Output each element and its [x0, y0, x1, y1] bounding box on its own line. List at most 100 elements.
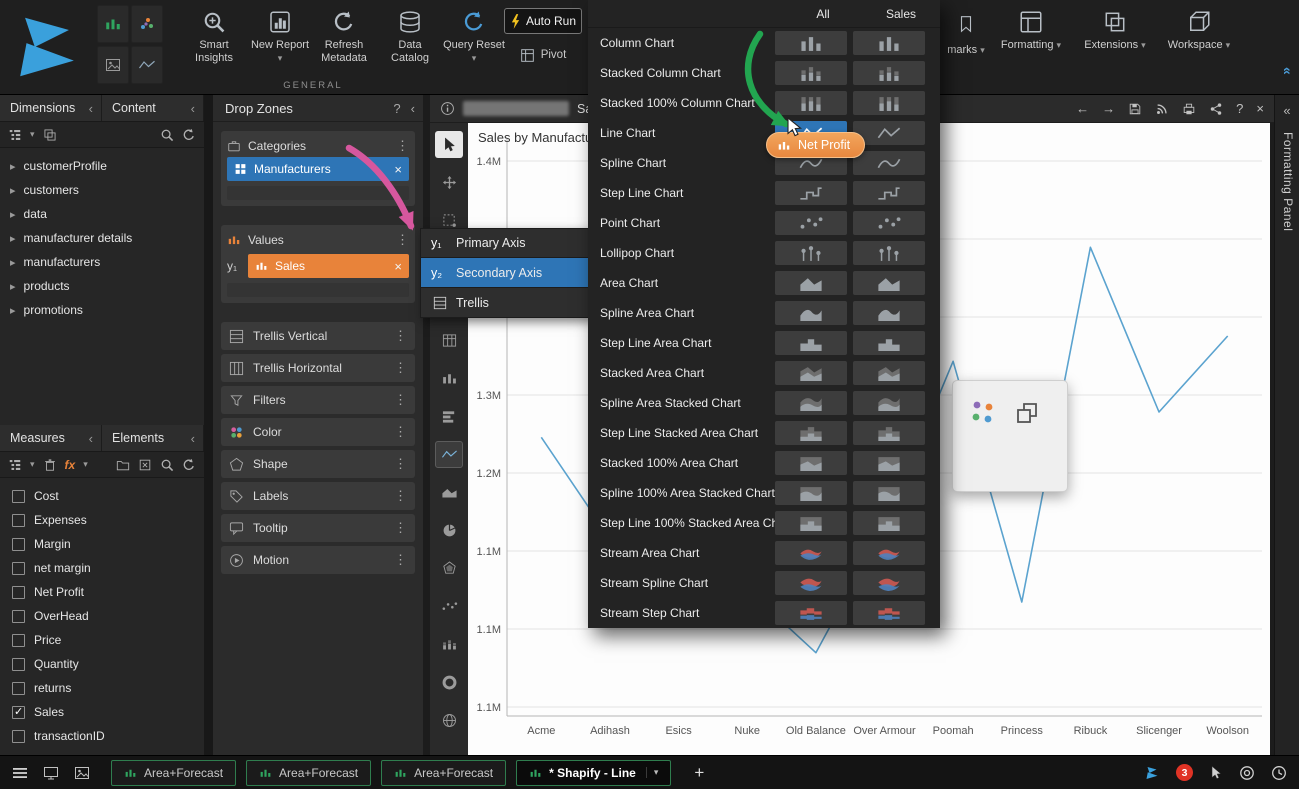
chart-type-sales-cell[interactable] [853, 61, 925, 85]
radar-viz[interactable] [435, 555, 463, 582]
chevron-down-icon[interactable]: ▾ [646, 767, 659, 778]
target-icon[interactable] [1239, 765, 1255, 781]
expand-icon[interactable]: ▸ [10, 160, 16, 173]
measure-item[interactable]: Price [0, 628, 204, 652]
viz-shortcut-columns[interactable] [97, 5, 129, 43]
measure-checkbox[interactable] [12, 562, 25, 575]
chart-type-row-step-line-100-stacked-area-chart[interactable]: Step Line 100% Stacked Area Chart [588, 508, 940, 538]
search-icon[interactable] [160, 458, 174, 472]
drag-chip-net-profit[interactable]: Net Profit [766, 132, 865, 158]
new-folder-icon[interactable] [116, 458, 130, 472]
chart-type-row-spline-area-stacked-chart[interactable]: Spline Area Stacked Chart [588, 388, 940, 418]
auto-run-button[interactable]: Auto Run [504, 8, 582, 34]
column-viz[interactable] [435, 365, 463, 392]
notification-badge[interactable]: 3 [1176, 764, 1193, 781]
viz-shortcut-line[interactable] [131, 46, 163, 84]
measure-item[interactable]: net margin [0, 556, 204, 580]
hamburger-menu-icon[interactable] [12, 765, 28, 781]
expand-icon[interactable]: ▸ [10, 232, 16, 245]
query-reset-button[interactable]: Query Reset ▾ [442, 6, 506, 80]
measure-checkbox[interactable] [12, 706, 25, 719]
measure-checkbox[interactable] [12, 682, 25, 695]
chart-type-sales-cell[interactable] [853, 361, 925, 385]
chart-type-all-cell[interactable] [775, 391, 847, 415]
chart-type-all-cell[interactable] [775, 181, 847, 205]
chart-type-all-cell[interactable] [775, 271, 847, 295]
scatter-viz[interactable] [435, 593, 463, 620]
pie-viz[interactable] [435, 517, 463, 544]
info-icon[interactable] [440, 101, 455, 116]
history-icon[interactable] [1271, 765, 1287, 781]
chart-type-sales-cell[interactable] [853, 481, 925, 505]
kebab-menu-icon[interactable]: ⋮ [396, 232, 409, 248]
sheet-tab-area-forecast[interactable]: Area+Forecast [111, 760, 236, 786]
expand-icon[interactable]: ▸ [10, 208, 16, 221]
chart-type-sales-cell[interactable] [853, 451, 925, 475]
chart-type-all-cell[interactable] [775, 31, 847, 55]
drop-zone-labels[interactable]: Labels⋮ [221, 482, 415, 510]
chevron-down-icon[interactable]: ▾ [30, 129, 35, 140]
drop-zone-filters[interactable]: Filters⋮ [221, 386, 415, 414]
chart-type-row-stacked-area-chart[interactable]: Stacked Area Chart [588, 358, 940, 388]
measure-checkbox[interactable] [12, 610, 25, 623]
measure-item[interactable]: transactionID [0, 724, 204, 748]
print-icon[interactable] [1182, 102, 1196, 116]
values-chip-sales[interactable]: Sales × [248, 254, 409, 278]
chart-type-sales-cell[interactable] [853, 211, 925, 235]
share-icon[interactable] [1209, 102, 1223, 116]
measure-checkbox[interactable] [12, 514, 25, 527]
help-button[interactable]: ? [393, 101, 400, 116]
data-catalog-button[interactable]: Data Catalog [378, 6, 442, 80]
chart-type-sales-cell[interactable] [853, 391, 925, 415]
viz-shortcut-image[interactable] [97, 46, 129, 84]
chart-type-all-cell[interactable] [775, 361, 847, 385]
extensions-button[interactable]: Extensions ▾ [1083, 6, 1147, 80]
chart-type-row-area-chart[interactable]: Area Chart [588, 268, 940, 298]
tab-dimensions[interactable]: Dimensions‹ [0, 95, 102, 121]
ribbon-collapse-button[interactable]: « [1276, 67, 1296, 85]
monitor-icon[interactable] [43, 765, 59, 781]
chart-type-row-spline-100-area-stacked-chart[interactable]: Spline 100% Area Stacked Chart [588, 478, 940, 508]
chart-type-all-cell[interactable] [775, 541, 847, 565]
measure-item[interactable]: returns [0, 676, 204, 700]
chart-type-row-line-chart[interactable]: Line Chart [588, 118, 940, 148]
pointer-tool[interactable] [435, 131, 463, 158]
help-button[interactable]: ? [1236, 101, 1243, 116]
measure-item[interactable]: OverHead [0, 604, 204, 628]
tree-item[interactable]: ▸products [0, 274, 204, 298]
search-icon[interactable] [160, 128, 174, 142]
map-viz[interactable] [435, 707, 463, 734]
copy-icon[interactable] [1015, 401, 1039, 425]
chart-type-row-column-chart[interactable]: Column Chart [588, 28, 940, 58]
collapse-left-icon[interactable]: ‹ [191, 101, 195, 116]
empty-drop-slot[interactable] [227, 186, 409, 200]
tree-item[interactable]: ▸data [0, 202, 204, 226]
chart-type-sales-cell[interactable] [853, 301, 925, 325]
chart-type-sales-cell[interactable] [853, 541, 925, 565]
kebab-menu-icon[interactable]: ⋮ [394, 328, 407, 344]
viz-shortcut-scatter[interactable] [131, 5, 163, 43]
smart-insights-button[interactable]: Smart Insights [182, 6, 246, 80]
area-viz[interactable] [435, 479, 463, 506]
floating-tool-popup[interactable] [952, 380, 1068, 492]
collapse-all-icon[interactable] [43, 128, 57, 142]
chart-type-all-cell[interactable] [775, 241, 847, 265]
close-button[interactable]: × [1256, 101, 1264, 116]
drop-zone-trellis-vertical[interactable]: Trellis Vertical⋮ [221, 322, 415, 350]
kebab-menu-icon[interactable]: ⋮ [394, 424, 407, 440]
image-icon[interactable] [74, 765, 90, 781]
chart-type-row-step-line-stacked-area-chart[interactable]: Step Line Stacked Area Chart [588, 418, 940, 448]
chart-type-sales-cell[interactable] [853, 571, 925, 595]
remove-box-icon[interactable] [138, 458, 152, 472]
chart-type-row-stacked-100-area-chart[interactable]: Stacked 100% Area Chart [588, 448, 940, 478]
kebab-menu-icon[interactable]: ⋮ [394, 552, 407, 568]
donut-viz[interactable] [435, 669, 463, 696]
drop-zone-motion[interactable]: Motion⋮ [221, 546, 415, 574]
sheet-tab--shapify-line[interactable]: * Shapify - Line▾ [516, 760, 671, 786]
tree-item[interactable]: ▸customers [0, 178, 204, 202]
sheet-tab-area-forecast[interactable]: Area+Forecast [246, 760, 371, 786]
chart-type-all-cell[interactable] [775, 601, 847, 625]
tree-item[interactable]: ▸promotions [0, 298, 204, 322]
refresh-icon[interactable] [182, 128, 196, 142]
measure-checkbox[interactable] [12, 658, 25, 671]
